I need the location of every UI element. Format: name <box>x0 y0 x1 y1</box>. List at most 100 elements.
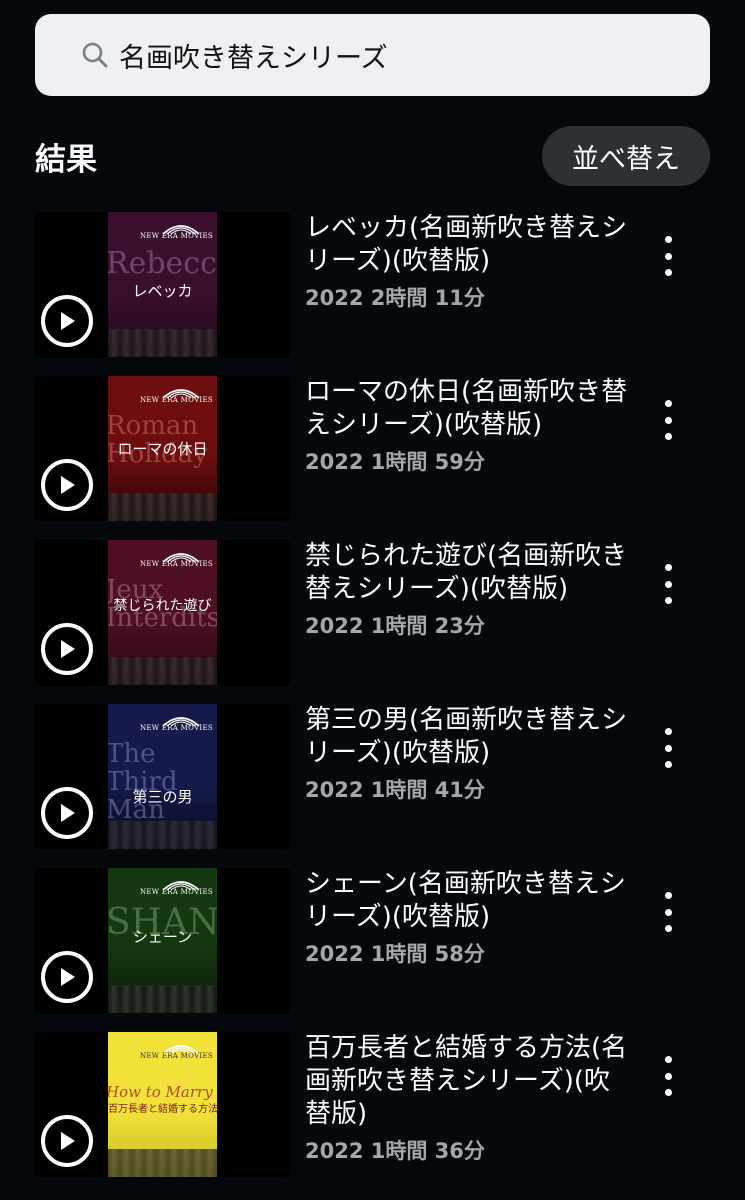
more-options-icon <box>664 400 672 407</box>
more-options-button[interactable] <box>655 400 681 440</box>
sort-button[interactable]: 並べ替え <box>542 126 710 186</box>
poster-japanese-title: シェーン <box>132 928 193 946</box>
result-info[interactable]: レベッカ(名画新吹き替えシリーズ)(吹替版) 2022 2時間 11分 <box>305 212 635 312</box>
result-title[interactable]: ローマの休日(名画新吹き替えシリーズ)(吹替版) <box>305 376 635 442</box>
more-options-icon <box>664 892 672 899</box>
play-button[interactable] <box>41 295 93 347</box>
movie-poster: NEW ERA MOVIES How to Marry 百万長者と結婚する方法 <box>108 1032 217 1177</box>
play-button[interactable] <box>41 459 93 511</box>
poster-english-title: The Third Man <box>108 739 178 825</box>
result-info[interactable]: シェーン(名画新吹き替えシリーズ)(吹替版) 2022 1時間 58分 <box>305 868 635 968</box>
play-icon <box>61 968 75 986</box>
more-options-icon-dot <box>664 416 672 424</box>
result-item[interactable]: NEW ERA MOVIES SHANE シェーン シェーン(名画新吹き替えシリ… <box>35 868 710 1032</box>
more-options-icon-dot <box>664 269 672 276</box>
play-icon <box>61 312 75 330</box>
more-options-icon-dot <box>664 597 672 604</box>
result-title[interactable]: レベッカ(名画新吹き替えシリーズ)(吹替版) <box>305 212 635 278</box>
more-options-icon-dot <box>664 744 672 752</box>
more-options-button[interactable] <box>655 564 681 604</box>
result-thumbnail[interactable]: NEW ERA MOVIES The Third Man 第三の男 <box>35 704 290 849</box>
play-button[interactable] <box>41 623 93 675</box>
poster-japanese-title: 百万長者と結婚する方法 <box>108 1104 217 1115</box>
poster-japanese-title: ローマの休日 <box>117 440 208 458</box>
more-options-icon <box>664 1056 672 1063</box>
search-bar[interactable] <box>35 14 710 96</box>
more-options-button[interactable] <box>655 728 681 768</box>
new-era-movies-logo-text: NEW ERA MOVIES <box>139 396 213 404</box>
play-icon <box>61 640 75 658</box>
result-title[interactable]: 百万長者と結婚する方法(名画新吹き替えシリーズ)(吹替版) <box>305 1032 635 1131</box>
more-options-button[interactable] <box>655 892 681 932</box>
poster-english-title: How to Marry <box>108 1083 213 1101</box>
result-meta: 2022 1時間 36分 <box>305 1139 485 1163</box>
result-meta: 2022 1時間 41分 <box>305 778 485 802</box>
play-icon <box>61 804 75 822</box>
result-thumbnail[interactable]: NEW ERA MOVIES Roman Holiday ローマの休日 <box>35 376 290 521</box>
result-item[interactable]: NEW ERA MOVIES Jeux Interdits 禁じられた遊び 禁じ… <box>35 540 710 704</box>
result-item[interactable]: NEW ERA MOVIES The Third Man 第三の男 第三の男(名… <box>35 704 710 868</box>
results-list: NEW ERA MOVIES Rebecca レベッカ レベッカ(名画新吹き替え… <box>35 212 710 1196</box>
result-title[interactable]: シェーン(名画新吹き替えシリーズ)(吹替版) <box>305 868 635 934</box>
poster-filmstrip <box>108 493 217 521</box>
more-options-icon-dot <box>664 1089 672 1096</box>
more-options-icon-dot <box>664 580 672 588</box>
search-input[interactable] <box>119 25 679 85</box>
more-options-icon-dot <box>664 925 672 932</box>
more-options-icon-dot <box>664 433 672 440</box>
more-options-icon <box>664 564 672 571</box>
play-button[interactable] <box>41 787 93 839</box>
more-options-icon-dot <box>664 908 672 916</box>
poster-japanese-title: 禁じられた遊び <box>113 598 212 614</box>
new-era-movies-logo-text: NEW ERA MOVIES <box>139 1052 213 1060</box>
play-icon <box>61 1132 75 1150</box>
result-meta: 2022 1時間 59分 <box>305 450 485 474</box>
more-options-icon <box>664 728 672 735</box>
more-options-button[interactable] <box>655 1056 681 1096</box>
play-icon <box>61 476 75 494</box>
poster-japanese-title: 第三の男 <box>132 788 193 806</box>
result-item[interactable]: NEW ERA MOVIES How to Marry 百万長者と結婚する方法 … <box>35 1032 710 1196</box>
more-options-icon-dot <box>664 761 672 768</box>
more-options-button[interactable] <box>655 236 681 276</box>
result-thumbnail[interactable]: NEW ERA MOVIES Jeux Interdits 禁じられた遊び <box>35 540 290 685</box>
poster-filmstrip <box>108 985 217 1013</box>
results-header: 結果 並べ替え <box>35 126 710 186</box>
more-options-icon-dot <box>664 252 672 260</box>
poster-filmstrip <box>108 821 217 849</box>
result-thumbnail[interactable]: NEW ERA MOVIES How to Marry 百万長者と結婚する方法 <box>35 1032 290 1177</box>
result-title[interactable]: 第三の男(名画新吹き替えシリーズ)(吹替版) <box>305 704 635 770</box>
result-thumbnail[interactable]: NEW ERA MOVIES SHANE シェーン <box>35 868 290 1013</box>
results-title: 結果 <box>35 141 97 178</box>
result-title[interactable]: 禁じられた遊び(名画新吹き替えシリーズ)(吹替版) <box>305 540 635 606</box>
result-meta: 2022 1時間 58分 <box>305 942 485 966</box>
result-item[interactable]: NEW ERA MOVIES Rebecca レベッカ レベッカ(名画新吹き替え… <box>35 212 710 376</box>
movie-poster: NEW ERA MOVIES Jeux Interdits 禁じられた遊び <box>108 540 217 685</box>
result-info[interactable]: ローマの休日(名画新吹き替えシリーズ)(吹替版) 2022 1時間 59分 <box>305 376 635 476</box>
movie-poster: NEW ERA MOVIES SHANE シェーン <box>108 868 217 1013</box>
new-era-movies-logo-text: NEW ERA MOVIES <box>139 560 213 568</box>
result-info[interactable]: 禁じられた遊び(名画新吹き替えシリーズ)(吹替版) 2022 1時間 23分 <box>305 540 635 640</box>
poster-filmstrip <box>108 1149 217 1177</box>
play-button[interactable] <box>41 1115 93 1167</box>
poster-japanese-title: レベッカ <box>132 282 193 300</box>
poster-filmstrip <box>108 329 217 357</box>
new-era-movies-logo-text: NEW ERA MOVIES <box>139 232 213 240</box>
result-meta: 2022 2時間 11分 <box>305 286 485 310</box>
more-options-icon <box>664 236 672 243</box>
result-info[interactable]: 百万長者と結婚する方法(名画新吹き替えシリーズ)(吹替版) 2022 1時間 3… <box>305 1032 635 1165</box>
result-thumbnail[interactable]: NEW ERA MOVIES Rebecca レベッカ <box>35 212 290 357</box>
movie-poster: NEW ERA MOVIES The Third Man 第三の男 <box>108 704 217 849</box>
movie-poster: NEW ERA MOVIES Roman Holiday ローマの休日 <box>108 376 217 521</box>
result-info[interactable]: 第三の男(名画新吹き替えシリーズ)(吹替版) 2022 1時間 41分 <box>305 704 635 804</box>
more-options-icon-dot <box>664 1072 672 1080</box>
movie-poster: NEW ERA MOVIES Rebecca レベッカ <box>108 212 217 357</box>
new-era-movies-logo-text: NEW ERA MOVIES <box>139 724 213 732</box>
poster-filmstrip <box>108 657 217 685</box>
play-button[interactable] <box>41 951 93 1003</box>
result-meta: 2022 1時間 23分 <box>305 614 485 638</box>
new-era-movies-logo-text: NEW ERA MOVIES <box>139 888 213 896</box>
result-item[interactable]: NEW ERA MOVIES Roman Holiday ローマの休日 ローマの… <box>35 376 710 540</box>
search-results-screen: 結果 並べ替え NEW ERA MOVIES Rebecca レベッカ <box>0 0 745 1200</box>
poster-english-title: Rebecca <box>108 246 217 281</box>
